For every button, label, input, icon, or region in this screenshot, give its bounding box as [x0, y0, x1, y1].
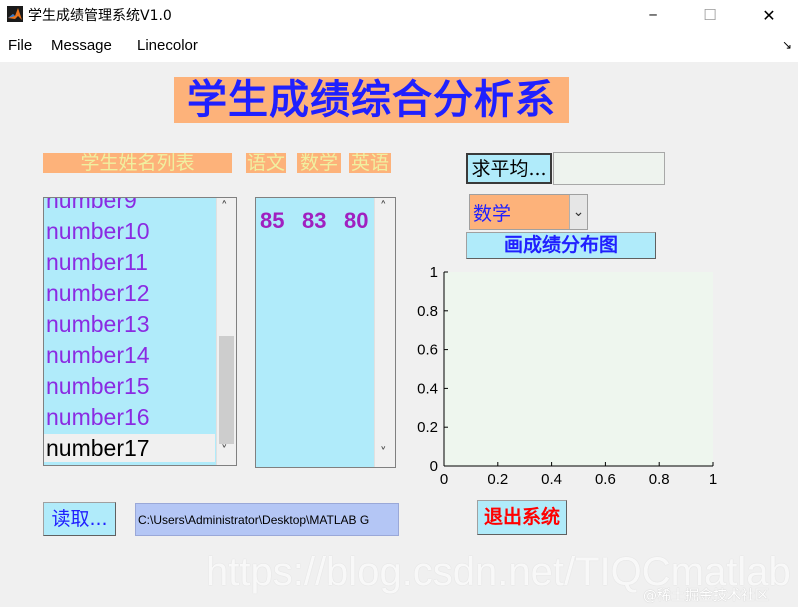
plot-distribution-button[interactable]: 画成绩分布图: [466, 232, 656, 259]
minimize-button[interactable]: ─: [629, 0, 677, 30]
minimize-icon: ─: [649, 8, 657, 22]
average-result-field[interactable]: [553, 152, 665, 185]
math-label: 数学: [297, 153, 341, 173]
menu-bar: [0, 30, 798, 62]
list-item-selected[interactable]: number17: [44, 434, 215, 462]
score-list-scrollbar[interactable]: ˄ ˅: [374, 198, 395, 467]
x-tick-label: 1: [709, 471, 717, 488]
x-tick-label: 0.4: [541, 471, 562, 488]
close-icon: ✕: [762, 5, 776, 25]
score-chinese: 85: [260, 208, 285, 233]
maximize-icon: ☐: [703, 6, 717, 24]
scroll-up-icon[interactable]: ˄: [380, 200, 387, 215]
score-listbox[interactable]: 85 83 80 ˄ ˅: [255, 197, 396, 468]
scroll-down-icon[interactable]: ˅: [221, 444, 228, 459]
name-list-label: 学生姓名列表: [43, 153, 232, 173]
subject-select[interactable]: 数学 ⌄: [469, 194, 588, 230]
y-tick-label: 1: [430, 264, 438, 281]
x-tick-label: 0.8: [649, 471, 670, 488]
file-path-field[interactable]: C:\Users\Administrator\Desktop\MATLAB G: [135, 503, 399, 536]
window-title: 学生成绩管理系统V1.0: [28, 8, 172, 24]
list-item[interactable]: number10: [46, 217, 150, 245]
y-tick-label: 0.6: [417, 342, 438, 359]
score-math: 83: [302, 208, 327, 233]
dock-arrow-icon[interactable]: ↘: [782, 38, 792, 52]
y-tick-label: 0: [430, 458, 438, 475]
close-button[interactable]: ✕: [745, 0, 793, 30]
maximize-button[interactable]: ☐: [686, 0, 734, 30]
read-button[interactable]: 读取...: [43, 502, 116, 536]
score-english: 80: [344, 208, 369, 233]
name-list-scrollbar[interactable]: ˄ ˅: [216, 198, 236, 465]
page-title: 学生成绩综合分析系: [174, 77, 569, 123]
list-item[interactable]: number9: [46, 198, 137, 214]
list-item[interactable]: number11: [46, 248, 148, 276]
average-button[interactable]: 求平均...: [466, 153, 552, 184]
y-tick-label: 0.8: [417, 303, 438, 320]
list-item[interactable]: number16: [46, 403, 150, 431]
scroll-down-icon[interactable]: ˅: [380, 446, 387, 461]
list-item[interactable]: number13: [46, 310, 150, 338]
x-tick-label: 0.2: [487, 471, 508, 488]
y-tick-label: 0.4: [417, 380, 438, 397]
subject-select-value: 数学: [473, 203, 512, 225]
list-item[interactable]: number15: [46, 372, 150, 400]
exit-button[interactable]: 退出系统: [477, 500, 567, 535]
english-label: 英语: [349, 153, 391, 173]
matlab-logo-icon: [7, 6, 23, 22]
menu-message[interactable]: Message: [51, 37, 112, 54]
student-name-listbox[interactable]: number9 number10 number11 number12 numbe…: [43, 197, 237, 466]
scroll-up-icon[interactable]: ˄: [221, 200, 228, 215]
menu-linecolor[interactable]: Linecolor: [137, 37, 198, 54]
list-item[interactable]: number12: [46, 279, 150, 307]
distribution-chart: 0 0.2 0.4 0.6 0.8 1 0 0.2 0.4 0.6 0.8 1: [417, 264, 717, 488]
watermark-source: @稀土掘金技术社区: [643, 588, 769, 604]
chevron-down-icon[interactable]: ⌄: [569, 195, 587, 229]
chinese-label: 语文: [246, 153, 286, 173]
x-tick-label: 0: [440, 471, 448, 488]
menu-file[interactable]: File: [8, 37, 32, 54]
x-tick-label: 0.6: [595, 471, 616, 488]
scroll-thumb[interactable]: [219, 336, 234, 444]
y-tick-label: 0.2: [417, 419, 438, 436]
list-item[interactable]: number14: [46, 341, 150, 369]
